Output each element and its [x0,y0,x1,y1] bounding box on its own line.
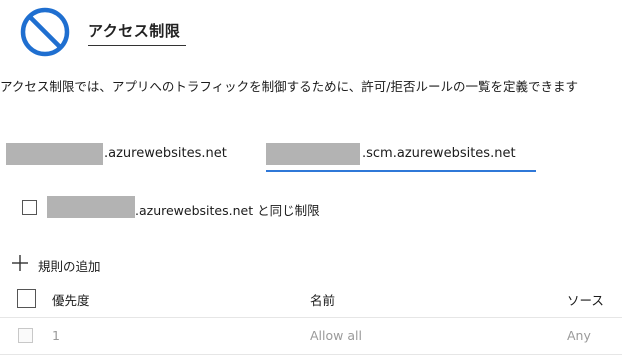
table-row[interactable]: 1 Allow all Any [0,318,622,354]
same-restriction-checkbox[interactable] [22,200,37,215]
tab-azurewebsites-label: .azurewebsites.net [104,146,227,161]
redacted-site-name [266,143,360,165]
redacted-site-name [6,143,103,165]
column-header-name[interactable]: 名前 [310,290,335,309]
redacted-site-name [47,196,135,218]
same-restriction-label: .azurewebsites.net と同じ制限 [135,203,320,218]
row-checkbox[interactable] [18,328,33,343]
column-header-source[interactable]: ソース [567,290,604,309]
tab-scm-azurewebsites-label: .scm.azurewebsites.net [362,146,516,161]
column-header-priority[interactable]: 優先度 [52,290,90,309]
add-rule-label: 規則の追加 [38,258,101,274]
page-title-underline [88,45,186,46]
add-rule-button[interactable]: 規則の追加 [10,254,101,276]
row-source: Any [567,328,591,343]
row-name: Allow all [310,328,362,343]
description-text: アクセス制限では、アプリへのトラフィックを制御するために、許可/拒否ルールの一覧… [0,79,578,94]
select-all-checkbox[interactable] [17,289,36,308]
page-title: アクセス制限 [88,22,181,40]
tab-azurewebsites[interactable]: .azurewebsites.net [6,137,242,169]
row-priority: 1 [52,328,60,343]
selected-tab-indicator [266,170,536,172]
row-divider [0,354,622,355]
tab-scm-azurewebsites[interactable]: .scm.azurewebsites.net [266,137,538,172]
no-access-icon [18,5,72,59]
plus-icon [10,253,30,277]
